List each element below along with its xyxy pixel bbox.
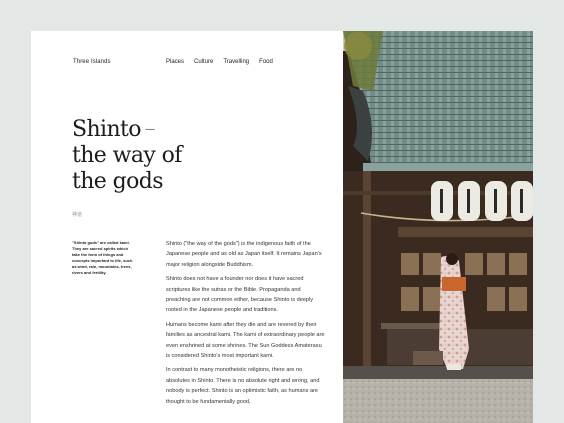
title-line-3: the gods [72, 169, 164, 194]
nav-link-travelling[interactable]: Travelling [223, 59, 249, 65]
paragraph: Shinto does not have a founder nor does … [166, 276, 314, 314]
title-dash: — [144, 124, 155, 135]
main-nav: Places Culture Travelling Food [166, 59, 273, 65]
paragraph: In contrast to many monotheistic religio… [166, 367, 320, 405]
shrine-photo [343, 31, 533, 423]
kanji-label: 神道 [72, 212, 83, 218]
title-line-2: the way of [72, 143, 182, 168]
brand-logo[interactable]: Three Islands [73, 59, 111, 65]
article-body: Shinto ("the way of the gods") is the in… [166, 239, 326, 411]
nav-link-places[interactable]: Places [166, 59, 184, 65]
paragraph: Shinto ("the way of the gods") is the in… [166, 241, 322, 268]
article-page: Three Islands Places Culture Travelling … [31, 31, 533, 423]
page-title: Shinto — the way of the gods [72, 117, 182, 195]
nav-link-culture[interactable]: Culture [194, 59, 213, 65]
title-line-1: Shinto [72, 117, 142, 142]
side-note: "Shinto gods" are called kami. They are … [72, 240, 133, 275]
paragraph: Humans become kami after they die and ar… [166, 321, 325, 360]
nav-link-food[interactable]: Food [259, 59, 273, 65]
shrine-illustration [343, 31, 533, 423]
